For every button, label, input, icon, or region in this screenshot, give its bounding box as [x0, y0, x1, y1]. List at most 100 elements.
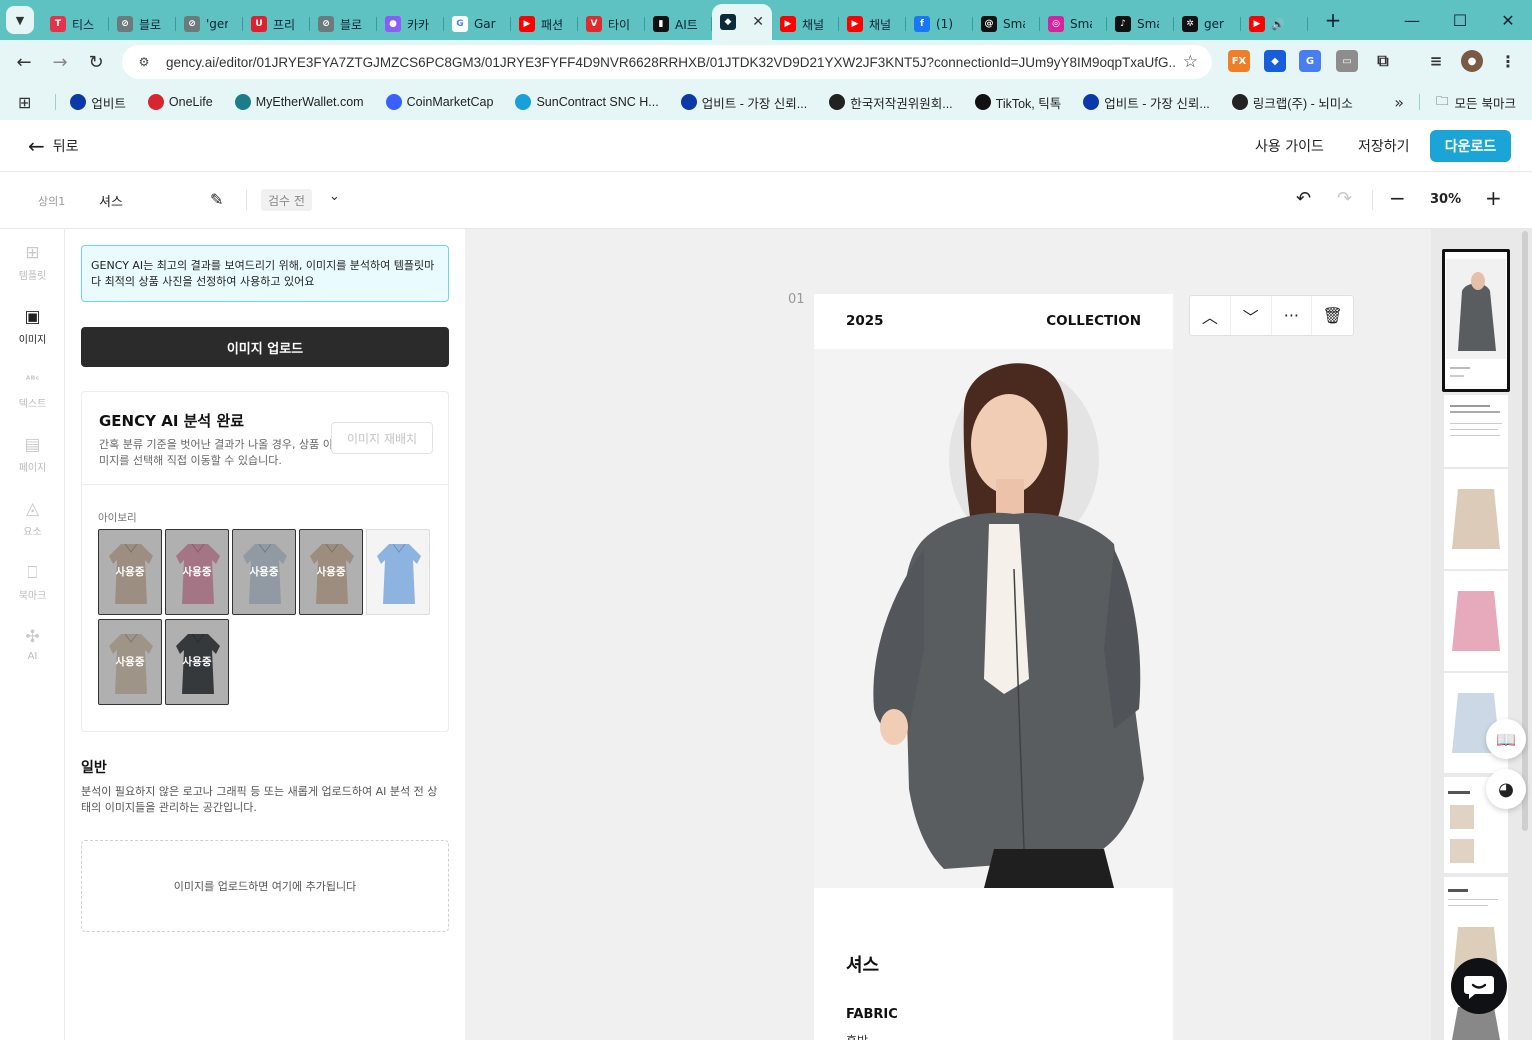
browser-tab[interactable]: ▮ AI트	[645, 8, 712, 40]
browser-tab[interactable]: f (1)	[906, 8, 973, 40]
detail-page[interactable]: 2025 COLLECTION 셔스 FABRIC 혼방	[814, 294, 1173, 1040]
apps-grid-icon[interactable]: ⊞	[18, 93, 31, 112]
browser-tab[interactable]: ⊘ 'ger	[176, 8, 243, 40]
browser-menu-icon[interactable]: ⋮	[1497, 50, 1519, 72]
product-thumbnail[interactable]: 사용중	[232, 529, 296, 615]
page-fabric-label[interactable]: FABRIC	[846, 1007, 898, 1022]
browser-tab[interactable]: V 타이	[578, 8, 645, 40]
product-thumbnail[interactable]: 사용중	[98, 619, 162, 705]
browser-tab[interactable]: G Gar	[444, 8, 511, 40]
bookmark-star-icon[interactable]: ☆	[1183, 52, 1198, 72]
bookmark-item[interactable]: MyEtherWallet.com	[234, 94, 364, 110]
rail-item-template[interactable]: ⊞ 템플릿	[0, 243, 65, 282]
forward-nav-button[interactable]: →	[42, 44, 78, 80]
edit-pencil-icon[interactable]: ✎	[210, 190, 223, 209]
product-name[interactable]: 셔스	[99, 191, 123, 210]
new-tab-button[interactable]: +	[1318, 8, 1348, 32]
zoom-out-button[interactable]: −	[1389, 186, 1406, 210]
back-button[interactable]: ← 뒤로	[28, 134, 79, 158]
browser-tab[interactable]: @ Sma	[973, 8, 1040, 40]
product-thumbnail[interactable]: 사용중	[165, 619, 229, 705]
page-year-text[interactable]: 2025	[846, 313, 884, 329]
move-down-button[interactable]: ﹀	[1231, 296, 1272, 335]
bookmark-item[interactable]: 업비트	[70, 93, 126, 112]
browser-tab[interactable]: ▶ 🔊	[1241, 8, 1308, 40]
browser-tab[interactable]: ⊘ 블로	[310, 8, 377, 40]
chevron-down-icon[interactable]: ⌄	[329, 189, 340, 204]
minimize-button[interactable]: —	[1388, 0, 1436, 40]
tab-active[interactable]: ◆ ✕	[712, 4, 772, 40]
more-options-button[interactable]: ···	[1272, 296, 1313, 335]
maximize-button[interactable]: ☐	[1436, 0, 1484, 40]
browser-tab[interactable]: ♪ Sma	[1107, 8, 1174, 40]
bookmark-item[interactable]: TikTok, 틱톡	[974, 93, 1061, 112]
save-button[interactable]: 저장하기	[1358, 136, 1410, 156]
guide-link[interactable]: 사용 가이드	[1255, 136, 1324, 156]
product-thumbnail[interactable]	[366, 529, 430, 615]
extension-translate-icon[interactable]: G	[1299, 50, 1321, 72]
browser-tab[interactable]: ● 카카	[377, 8, 444, 40]
omnibox[interactable]: ⚙ gency.ai/editor/01JRYE3FYA7ZTGJMZCS6PC…	[122, 45, 1212, 79]
chat-support-button[interactable]	[1451, 958, 1507, 1014]
review-status-badge[interactable]: 검수 전	[261, 189, 312, 211]
browser-tab[interactable]: ◎ Sma	[1040, 8, 1107, 40]
book-icon[interactable]: 📖	[1486, 719, 1526, 759]
redo-icon[interactable]: ↷	[1337, 188, 1352, 209]
rail-item-bookmark[interactable]: ⎕ 북마크	[0, 563, 65, 602]
upload-image-button[interactable]: 이미지 업로드	[81, 327, 449, 367]
bookmark-item[interactable]: CoinMarketCap	[385, 94, 493, 110]
speaker-icon[interactable]: 🔊	[1271, 18, 1285, 31]
delete-page-button[interactable]: 🗑	[1312, 296, 1353, 335]
product-thumbnail[interactable]: 사용중	[299, 529, 363, 615]
browser-tab[interactable]: ▶ 패션	[511, 8, 578, 40]
extension-fx-icon[interactable]: FX	[1228, 50, 1250, 72]
model-photo[interactable]	[814, 349, 1173, 888]
color-wheel-icon[interactable]: ◕	[1486, 769, 1526, 809]
rail-item-ai[interactable]: ✣ AI	[0, 627, 65, 662]
browser-tab[interactable]: U 프리	[243, 8, 310, 40]
browser-tab[interactable]: ▶ 채널	[839, 8, 906, 40]
extensions-puzzle-icon[interactable]: ⧉	[1372, 50, 1394, 72]
all-bookmarks-folder[interactable]: 🗀 모든 북마크	[1436, 92, 1516, 113]
back-nav-button[interactable]: ←	[6, 44, 42, 80]
product-thumbnail[interactable]: 사용중	[165, 529, 229, 615]
extension-cast-icon[interactable]: ▭	[1336, 50, 1358, 72]
upload-dropzone[interactable]: 이미지를 업로드하면 여기에 추가됩니다	[81, 840, 449, 932]
reload-button[interactable]: ↻	[78, 44, 114, 80]
download-button[interactable]: 다운로드	[1430, 130, 1511, 162]
profile-avatar[interactable]: ●	[1461, 50, 1483, 72]
rail-item-text[interactable]: ᴬᴮᶜ 텍스트	[0, 371, 65, 410]
more-bookmarks-icon[interactable]: »	[1394, 93, 1404, 112]
close-window-button[interactable]: ✕	[1484, 0, 1532, 40]
rail-item-element[interactable]: ◬ 요소	[0, 499, 65, 538]
tab-search-button[interactable]: ▼	[6, 6, 34, 34]
close-tab-icon[interactable]: ✕	[752, 14, 764, 30]
media-control-icon[interactable]: ≡	[1425, 50, 1447, 72]
bookmark-item[interactable]: 링크랩(주) - 뇌미소	[1231, 93, 1353, 112]
browser-tab[interactable]: T 티스	[42, 8, 109, 40]
page-product-title[interactable]: 셔스	[846, 951, 879, 977]
move-up-button[interactable]: ︿	[1190, 296, 1231, 335]
undo-icon[interactable]: ↶	[1296, 188, 1311, 209]
page-thumbnail[interactable]	[1444, 571, 1508, 671]
site-settings-icon[interactable]: ⚙	[134, 52, 154, 72]
page-thumbnail[interactable]	[1444, 395, 1508, 467]
bookmark-item[interactable]: 업비트 - 가장 신뢰...	[1083, 93, 1210, 112]
browser-tab[interactable]: ✲ ger	[1174, 8, 1241, 40]
url-text[interactable]: gency.ai/editor/01JRYE3FYA7ZTGJMZCS6PC8G…	[166, 55, 1176, 70]
product-thumbnail[interactable]: 사용중	[98, 529, 162, 615]
browser-tab[interactable]: ▶ 채널	[772, 8, 839, 40]
zoom-in-button[interactable]: +	[1485, 186, 1502, 210]
rail-item-image[interactable]: ▣ 이미지	[0, 307, 65, 346]
page-collection-text[interactable]: COLLECTION	[1046, 313, 1141, 329]
extension-bitwarden-icon[interactable]: ◆	[1264, 50, 1286, 72]
bookmark-item[interactable]: 업비트 - 가장 신뢰...	[680, 93, 807, 112]
page-thumbnail[interactable]	[1444, 469, 1508, 569]
bookmark-item[interactable]: 한국저작권위원회...	[829, 93, 953, 112]
browser-tab[interactable]: ⊘ 블로	[109, 8, 176, 40]
bookmark-item[interactable]: OneLife	[147, 94, 213, 110]
bookmark-item[interactable]: SunContract SNC H...	[515, 94, 659, 110]
rearrange-images-button[interactable]: 이미지 재배치	[331, 422, 433, 454]
page-fabric-value[interactable]: 혼방	[846, 1032, 868, 1040]
rail-item-page[interactable]: ▤ 페이지	[0, 435, 65, 474]
